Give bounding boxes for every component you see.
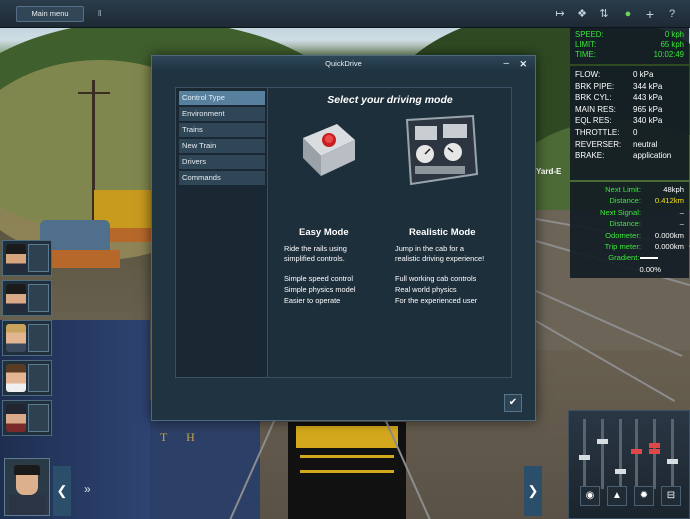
hud-speed-row: SPEED: 0 kph (575, 30, 684, 39)
realistic-mode-description: Jump in the cab for a realistic driving … (395, 244, 485, 263)
easy-mode-icon[interactable] (297, 118, 361, 182)
easy-mode-title[interactable]: Easy Mode (299, 227, 349, 238)
brake-hud: FLOW: 0 kPa BRK PIPE: 344 kPa BRK CYL: 443 … (570, 66, 689, 180)
up-icon[interactable]: ▲ (607, 486, 627, 506)
hud-row: FLOW: 0 kPa (575, 70, 654, 79)
sidebar-item-control-type[interactable]: Control Type (179, 91, 265, 105)
close-icon[interactable]: ✕ (519, 56, 527, 72)
hud-row: BRAKE: application (575, 151, 672, 161)
pause-button[interactable]: ll (98, 9, 108, 19)
hud-row: Next Limit: 48kph (605, 185, 684, 194)
sidebar-item-drivers[interactable]: Drivers (179, 155, 265, 169)
easy-mode-features: Simple speed control Simple physics mode… (284, 274, 356, 305)
sidebar-item-new-train[interactable]: New Train (179, 139, 265, 153)
train-brake-lever[interactable] (615, 419, 626, 489)
hud-row: Next Signal: – (600, 207, 684, 217)
hud-row: BRK PIPE: 344 kPa (575, 81, 663, 91)
realistic-mode-icon[interactable] (403, 114, 479, 188)
quickdrive-sidebar: Control Type Environment Trains New Trai… (176, 88, 268, 377)
hud-row: Distance: 0.412km (609, 196, 684, 206)
hud-row: BRK CYL: 443 kPa (575, 93, 663, 103)
control-type-panel: Select your driving mode Easy Mode Ride … (269, 88, 511, 377)
hud-row: THROTTLE: 0 (575, 127, 638, 137)
driver-slot[interactable] (2, 240, 52, 276)
sidebar-item-commands[interactable]: Commands (179, 171, 265, 185)
help-icon[interactable]: ? (664, 7, 680, 21)
confirm-button[interactable]: ✔ (504, 394, 522, 412)
main-menu-button[interactable]: Main menu (16, 6, 84, 22)
dialog-title: QuickDrive (325, 59, 362, 68)
horn-icon[interactable]: ⊟ (661, 486, 681, 506)
sidebar-item-trains[interactable]: Trains (179, 123, 265, 137)
gradient-bar (639, 257, 658, 260)
independent-brake-lever[interactable] (667, 419, 678, 489)
brake-lever[interactable] (597, 419, 608, 489)
tools-icon[interactable]: ⇅ (596, 7, 612, 21)
leaf-icon[interactable]: ● (620, 7, 636, 21)
light-icon[interactable]: ✹ (634, 486, 654, 506)
hud-time-row: TIME: 10:02:49 (575, 50, 684, 59)
plus-icon[interactable]: + (642, 7, 658, 21)
sidebar-item-environment[interactable]: Environment (179, 107, 265, 121)
throttle-lever[interactable] (579, 419, 590, 489)
hud-row: Trip meter: 0.000km (604, 242, 684, 252)
scroll-right-button[interactable]: ❯ (524, 466, 542, 516)
hud-row: Odometer: 0.000km (605, 230, 684, 240)
hud-row: EQL RES: 340 kPa (575, 116, 663, 126)
speed-hud: SPEED: 0 kph LIMIT: 65 kph TIME: 10:02:49 (570, 28, 689, 64)
driver-scroll-left-button[interactable]: ❮ (53, 466, 71, 516)
hud-limit-row: LIMIT: 65 kph (575, 40, 684, 49)
hud-row: Gradient: 0.00% (608, 253, 662, 274)
driver-slot[interactable] (2, 280, 52, 316)
yard-sign: Yard-E (536, 167, 562, 176)
dialog-body: Control Type Environment Trains New Trai… (175, 87, 512, 378)
reverser-lever[interactable] (631, 419, 642, 489)
driver-slot[interactable] (2, 320, 52, 356)
easy-mode-description: Ride the rails using simplified controls… (284, 244, 347, 263)
eye-icon[interactable]: ◉ (580, 486, 600, 506)
camera-icon[interactable]: ❖ (574, 7, 590, 21)
top-toolbar: Main menu ll ↦ ❖ ⇅ ● + ? (0, 0, 690, 28)
dialog-titlebar[interactable]: QuickDrive – ✕ (152, 56, 535, 72)
track-icon[interactable]: ↦ (552, 7, 568, 21)
minimize-icon[interactable]: – (503, 56, 509, 72)
mode-heading: Select your driving mode (327, 94, 453, 106)
hud-row: MAIN RES: 965 kPa (575, 104, 663, 114)
quickdrive-dialog: QuickDrive – ✕ Control Type Environment … (151, 55, 536, 421)
driver-slot[interactable] (2, 360, 52, 396)
driver-slot[interactable] (2, 400, 52, 436)
realistic-mode-title[interactable]: Realistic Mode (409, 227, 476, 238)
realistic-mode-features: Full working cab controls Real world phy… (395, 274, 478, 305)
hud-row: REVERSER: neutral (575, 139, 658, 149)
hud-row: Distance: – (609, 219, 684, 229)
navigation-hud: Next Limit: 48kph Distance: 0.412km Next S… (570, 182, 689, 278)
active-driver-avatar[interactable] (4, 458, 50, 516)
loco-lettering: T H (160, 430, 203, 444)
dynamic-brake-lever[interactable] (649, 419, 660, 489)
expand-arrow-icon[interactable]: » (84, 482, 91, 496)
